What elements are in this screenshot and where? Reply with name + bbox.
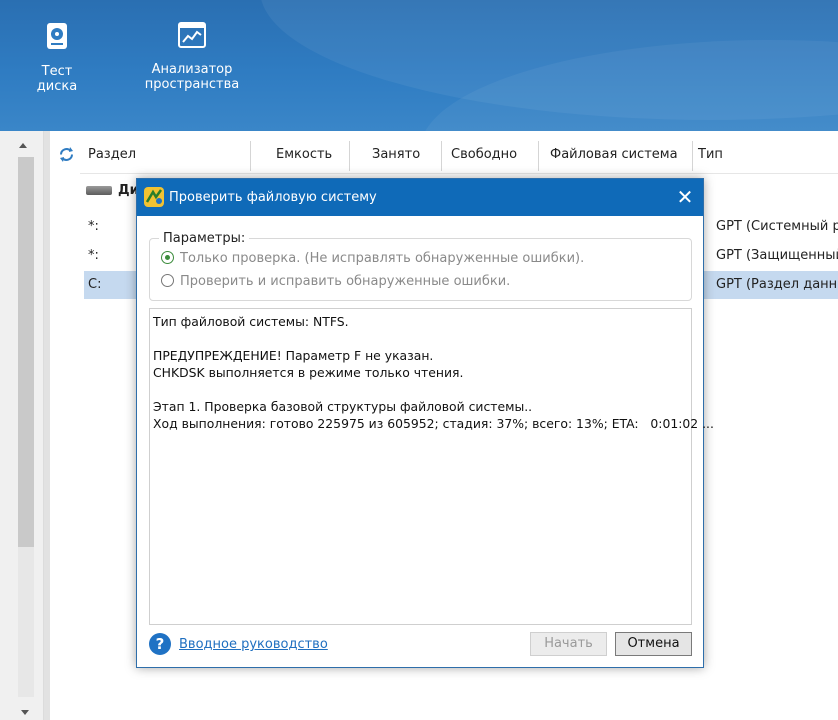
cancel-button[interactable]: Отмена (615, 632, 692, 656)
column-divider[interactable] (538, 141, 539, 171)
radio-unselected-icon[interactable] (161, 274, 174, 287)
log-line: Этап 1. Проверка базовой структуры файло… (153, 399, 533, 414)
disk-test-label: Тест диска (36, 64, 78, 94)
column-header-type[interactable]: Тип (698, 147, 723, 162)
disk-test-icon (47, 23, 67, 49)
type-cell: GPT (Системный раз (716, 219, 838, 234)
parameters-group (149, 238, 692, 301)
radio-check-and-fix[interactable]: Проверить и исправить обнаруженные ошибк… (161, 274, 510, 289)
tutorial-link[interactable]: Вводное руководство (179, 637, 328, 652)
radio-check-only[interactable]: Только проверка. (Не исправлять обнаруже… (161, 251, 584, 266)
partition-cell: *: (88, 219, 99, 234)
type-cell: GPT (Защищенный р (716, 248, 838, 263)
radio-check-and-fix-label: Проверить и исправить обнаруженные ошибк… (180, 274, 511, 289)
column-header-filesystem[interactable]: Файловая система (550, 147, 678, 162)
disk-test-button[interactable]: Тест диска (24, 22, 90, 94)
column-divider[interactable] (250, 141, 251, 171)
log-line: CHKDSK выполняется в режиме только чтени… (153, 365, 464, 380)
scrollbar-thumb[interactable] (18, 157, 34, 547)
disk-icon (86, 186, 112, 195)
partition-cell: *: (88, 248, 99, 263)
log-line: ПРЕДУПРЕЖДЕНИЕ! Параметр F не указан. (153, 348, 434, 363)
space-analyzer-label: Анализатор пространства (144, 62, 240, 92)
refresh-icon[interactable] (58, 146, 75, 163)
log-line: Тип файловой системы: NTFS. (153, 314, 349, 329)
help-icon[interactable]: ? (149, 633, 171, 655)
header-divider (80, 173, 838, 174)
dialog-title: Проверить файловую систему (169, 190, 377, 205)
scroll-up-arrow-icon[interactable] (19, 143, 27, 148)
close-icon[interactable]: ✕ (673, 185, 697, 209)
column-header-used[interactable]: Занято (372, 147, 420, 162)
start-button[interactable]: Начать (530, 632, 607, 656)
app-logo-icon (144, 187, 164, 207)
column-divider[interactable] (441, 141, 442, 171)
parameters-legend: Параметры: (159, 231, 250, 246)
chkdsk-output-log[interactable]: Тип файловой системы: NTFS. ПРЕДУПРЕЖДЕН… (149, 308, 714, 625)
check-filesystem-dialog: Проверить файловую систему ✕ Параметры: … (136, 178, 714, 668)
column-header-partition[interactable]: Раздел (88, 147, 136, 162)
column-header-capacity[interactable]: Емкость (276, 147, 332, 162)
column-header-free[interactable]: Свободно (451, 147, 517, 162)
column-divider[interactable] (349, 141, 350, 171)
column-divider[interactable] (692, 141, 693, 171)
space-analyzer-button[interactable]: Анализатор пространства (112, 22, 272, 92)
log-line: Ход выполнения: готово 225975 из 605952;… (153, 416, 714, 431)
scroll-down-arrow-icon[interactable] (21, 710, 29, 715)
left-panel (0, 131, 44, 720)
partition-cell: C: (88, 277, 102, 292)
type-cell: GPT (Раздел данных) (716, 277, 838, 292)
radio-selected-icon[interactable] (161, 251, 174, 264)
top-ribbon: Тест диска Анализатор пространства (0, 0, 838, 131)
dialog-titlebar[interactable]: Проверить файловую систему ✕ (137, 179, 703, 216)
disk-group-row[interactable]: Ди (86, 183, 139, 198)
radio-check-only-label: Только проверка. (Не исправлять обнаруже… (180, 251, 585, 266)
space-analyzer-icon (178, 22, 206, 48)
